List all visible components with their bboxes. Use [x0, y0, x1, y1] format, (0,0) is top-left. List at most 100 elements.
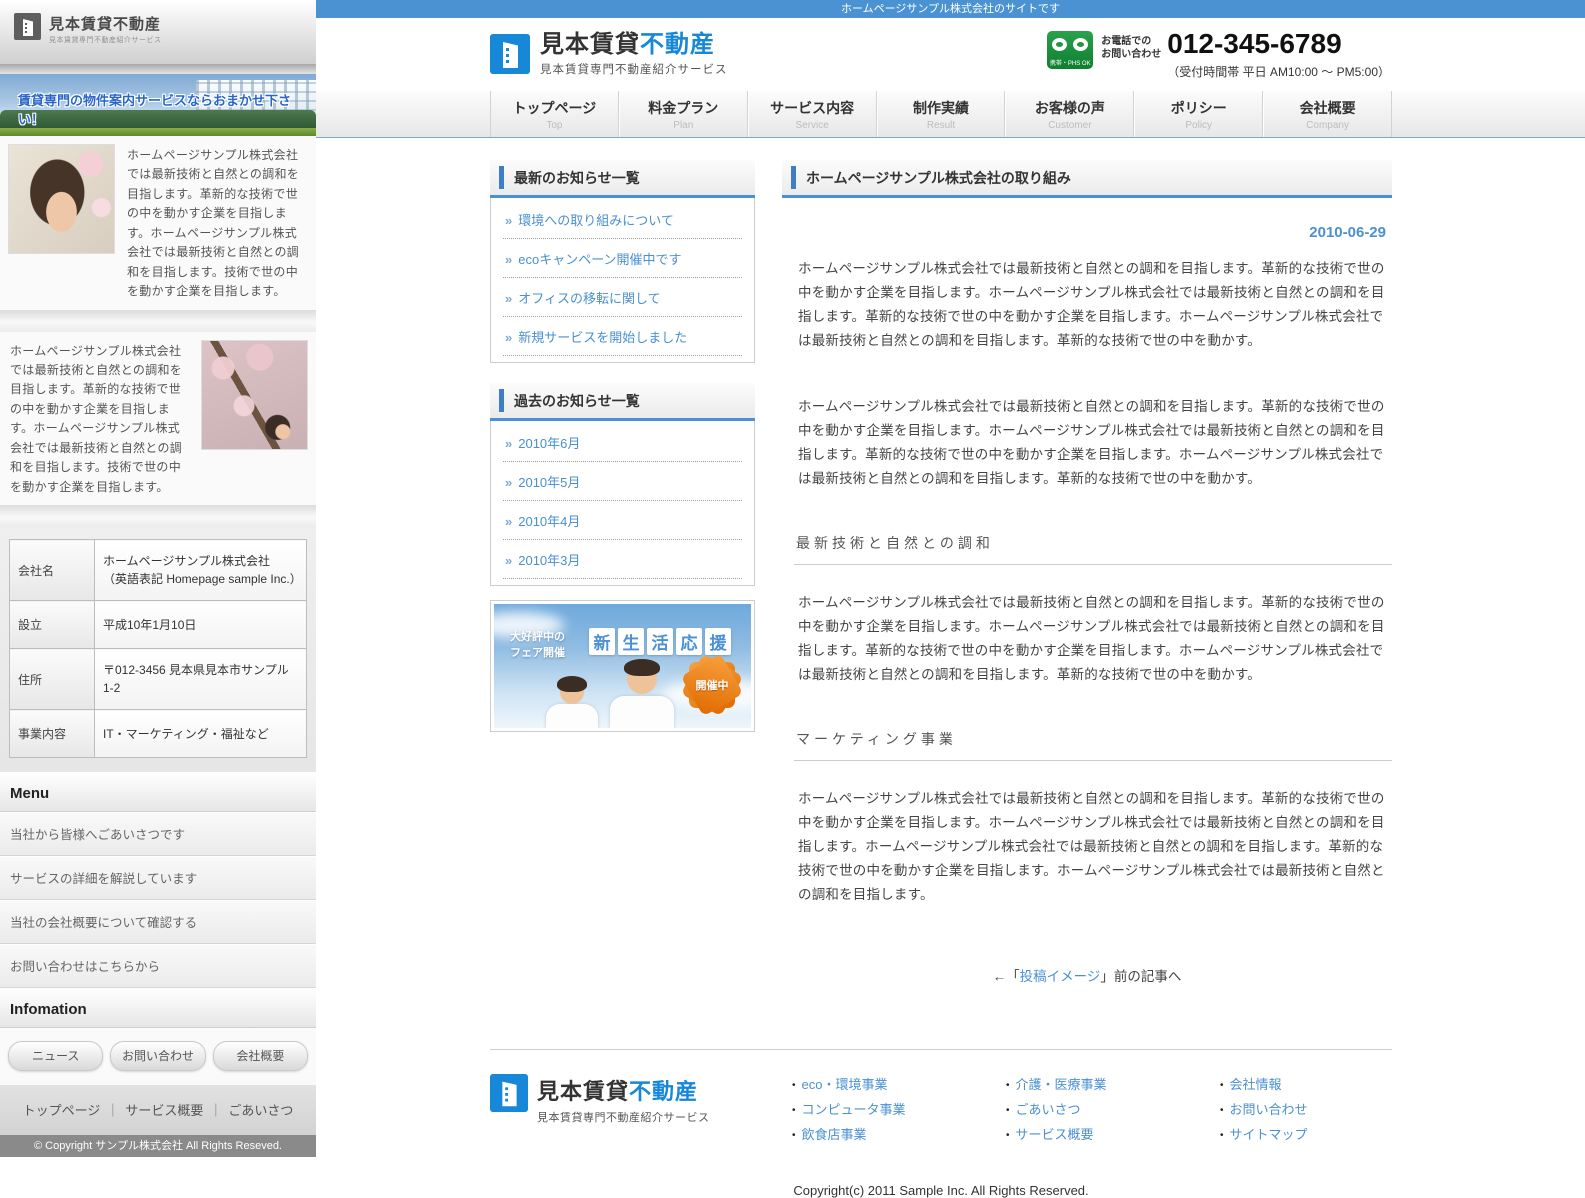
footer: 見本賃貸不動産 見本賃貸専門不動産紹介サービス • eco・環境事業 • コンピュー… — [490, 1050, 1392, 1149]
article-section-heading-harmony: 最新技術と自然との調和 — [794, 533, 1392, 565]
nav-item-customer[interactable]: お客様の声 Customer — [1005, 91, 1134, 137]
brand-name-part2: 不動産 — [640, 31, 715, 58]
building-icon — [490, 34, 530, 74]
list-item: » 2010年5月 — [503, 462, 742, 501]
company-name-label: 会社名 — [10, 540, 95, 601]
founded-value: 平成10年1月10日 — [95, 601, 307, 649]
previous-article-link[interactable]: 投稿イメージ — [1020, 969, 1101, 984]
sidebar-divider — [0, 310, 316, 332]
sidebar-logo-tagline: 見本賃貸専門不動産紹介サービス — [49, 35, 162, 45]
nav-label: 会社概要 — [1264, 98, 1391, 118]
sidebar-item-company-overview[interactable]: 当社の会社概要について確認する — [0, 900, 316, 944]
information-buttons: ニュース お問い合わせ 会社概要 — [0, 1028, 316, 1085]
news-button[interactable]: ニュース — [8, 1041, 103, 1071]
sidebar-footer-link-service[interactable]: サービス概要 — [125, 1103, 203, 1118]
arrow-icon: » — [505, 436, 512, 451]
list-item: »ecoキャンペーン開催中です — [503, 239, 742, 278]
sidebar-footer-link-greeting[interactable]: ごあいさつ — [228, 1103, 293, 1118]
menu-heading: Menu — [0, 772, 316, 812]
nav-sublabel: Policy — [1135, 120, 1262, 131]
footer-link-eco[interactable]: eco・環境事業 — [802, 1077, 888, 1092]
boxed-char: 活 — [647, 628, 673, 655]
freedial-ring — [1052, 38, 1067, 51]
arrow-icon: » — [505, 475, 512, 490]
footer-link-care[interactable]: 介護・医療事業 — [1016, 1077, 1107, 1092]
phone-catch: お電話での お問い合わせ — [1101, 35, 1161, 61]
campaign-badge: 開催中 — [687, 660, 737, 710]
list-item: »2010年4月 — [503, 501, 742, 540]
nav-item-service[interactable]: サービス内容Service — [748, 91, 877, 137]
footer-link-greeting[interactable]: ごあいさつ — [1016, 1102, 1081, 1117]
person-body — [610, 696, 674, 728]
list-item: •サイトマップ — [1220, 1124, 1432, 1143]
badge-label: 開催中 — [687, 660, 737, 710]
content: 最新のお知らせ一覧 »環境への取り組みについて »ecoキャンペーン開催中です … — [490, 138, 1392, 985]
nav-sublabel: Top — [491, 120, 618, 131]
list-item: » 2010年6月 — [503, 423, 742, 462]
list-item: •会社情報 — [1220, 1074, 1432, 1093]
article-title: ホームページサンプル株式会社の取り組み — [782, 160, 1392, 198]
sidebar-item-service-detail[interactable]: サービスの詳細を解説しています — [0, 856, 316, 900]
news-link-eco-campaign[interactable]: ecoキャンペーン開催中です — [518, 252, 681, 267]
article-paragraph: ホームページサンプル株式会社では最新技術と自然との調和を目指します。革新的な技術… — [798, 257, 1386, 353]
footer-link-service-overview[interactable]: サービス概要 — [1016, 1127, 1094, 1142]
archive-link-2010-05[interactable]: 2010年5月 — [518, 475, 580, 490]
banner-catch-line2: フェア開催 — [510, 646, 565, 662]
nav-label: トップページ — [491, 98, 618, 118]
building-icon — [490, 1074, 528, 1112]
building-icon — [14, 13, 41, 40]
footer-link-company-info[interactable]: 会社情報 — [1230, 1077, 1282, 1092]
main-area: ホームページサンプル株式会社のサイトです 見本賃貸不動産 見本賃貸専門不動産紹介… — [316, 0, 1585, 1020]
nav-item-top[interactable]: トップページ Top — [490, 91, 619, 137]
archive-box-title: 過去のお知らせ一覧 — [490, 383, 755, 421]
nav-item-result[interactable]: 制作実績Result — [877, 91, 1006, 137]
nav-item-policy[interactable]: ポリシーPolicy — [1134, 91, 1263, 137]
archive-link-2010-04[interactable]: 2010年4月 — [518, 514, 580, 529]
footer-link-sitemap[interactable]: サイトマップ — [1230, 1127, 1308, 1142]
header: 見本賃貸不動産 見本賃貸専門不動産紹介サービス 携帯・PHS OK お電話での … — [316, 18, 1585, 91]
footer-link-restaurant[interactable]: 飲食店事業 — [802, 1127, 867, 1142]
left-column: 最新のお知らせ一覧 »環境への取り組みについて »ecoキャンペーン開催中です … — [490, 160, 755, 985]
list-item: »オフィスの移転に関して — [503, 278, 742, 317]
profile-block-1: ホームページサンプル株式会社では最新技術と自然との調和を目指します。革新的な技術… — [0, 136, 316, 310]
archive-link-2010-06[interactable]: 2010年6月 — [518, 436, 580, 451]
nav-label: お客様の声 — [1006, 98, 1133, 118]
campaign-banner[interactable]: 大好評中の フェア開催 新 生 活 応 援 — [490, 600, 755, 732]
archive-link-2010-03[interactable]: 2010年3月 — [518, 553, 580, 568]
company-button[interactable]: 会社概要 — [213, 1041, 308, 1071]
bullet-icon: • — [1006, 1105, 1010, 1116]
information-heading: Infomation — [0, 988, 316, 1028]
sidebar-footer-link-top[interactable]: トップページ — [23, 1103, 101, 1118]
contact-button[interactable]: お問い合わせ — [110, 1041, 205, 1071]
banner-catch-text: 大好評中の フェア開催 — [510, 630, 565, 662]
sidebar-item-contact[interactable]: お問い合わせはこちらから — [0, 944, 316, 988]
sidebar-item-greeting[interactable]: 当社から皆様へごあいさつです — [0, 812, 316, 856]
boxed-char: 生 — [618, 628, 644, 655]
footer-link-contact[interactable]: お問い合わせ — [1230, 1102, 1308, 1117]
news-link-office-move[interactable]: オフィスの移転に関して — [518, 291, 660, 306]
footer-link-computer[interactable]: コンピュータ事業 — [802, 1102, 906, 1117]
article-pager: ←「投稿イメージ」前の記事へ — [782, 965, 1392, 985]
archive-list: » 2010年6月 » 2010年5月 »2010年4月 » 2010年3月 — [490, 421, 755, 586]
site-description-bar: ホームページサンプル株式会社のサイトです — [316, 0, 1585, 18]
sidebar-logo[interactable]: 見本賃貸不動産 見本賃貸専門不動産紹介サービス — [0, 0, 316, 64]
site-title: 見本賃貸不動産 — [540, 32, 728, 58]
sidebar-logo-title: 見本賃貸不動産 — [49, 13, 162, 34]
arrow-icon: » — [505, 213, 512, 228]
table-row: 事業内容 IT・マーケティング・福祉など — [10, 710, 307, 758]
news-link-new-service[interactable]: 新規サービスを開始しました — [518, 330, 687, 345]
footer-logo[interactable]: 見本賃貸不動産 見本賃貸専門不動産紹介サービス — [490, 1074, 790, 1149]
header-logo[interactable]: 見本賃貸不動産 見本賃貸専門不動産紹介サービス — [490, 32, 728, 77]
footer-link-column-3: •会社情報 • お問い合わせ •サイトマップ — [1220, 1074, 1432, 1149]
bullet-icon: • — [1220, 1105, 1224, 1116]
article-section-heading-marketing: マーケティング事業 — [794, 729, 1392, 761]
bullet-icon: • — [792, 1105, 796, 1116]
nav-sublabel: Result — [878, 120, 1005, 131]
news-link-environment[interactable]: 環境への取り組みについて — [518, 213, 674, 228]
nav-item-plan[interactable]: 料金プランPlan — [619, 91, 748, 137]
arrow-icon: » — [505, 553, 512, 568]
brand-name-part1: 見本賃貸 — [49, 16, 113, 33]
list-item: • ごあいさつ — [1006, 1099, 1218, 1118]
nav-item-company[interactable]: 会社概要Company — [1263, 91, 1392, 137]
nav-sublabel: Customer — [1006, 120, 1133, 131]
